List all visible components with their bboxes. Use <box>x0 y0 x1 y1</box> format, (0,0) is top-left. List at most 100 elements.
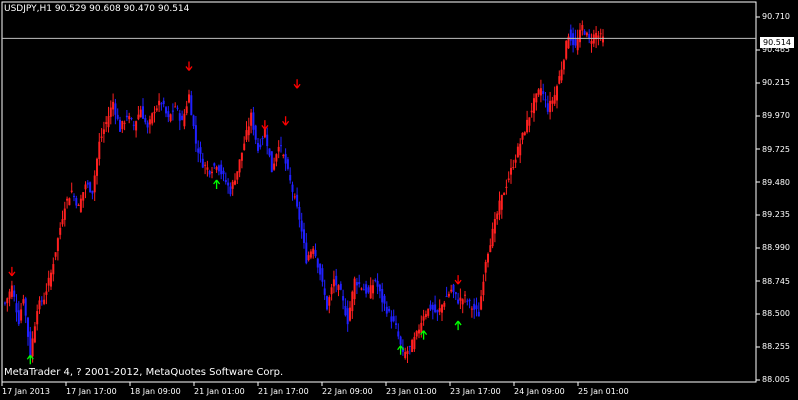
up-arrow-icon <box>213 179 221 190</box>
candle-body <box>413 336 416 350</box>
candle-body <box>404 352 407 358</box>
time-label: 17 Jan 17:00 <box>66 387 117 396</box>
candle-body <box>89 182 92 193</box>
candle-body <box>369 285 372 299</box>
candle-body <box>385 306 388 314</box>
candle-body <box>303 229 305 243</box>
price-label: 88.255 <box>762 342 790 351</box>
candle-body <box>362 289 365 291</box>
candle-body <box>160 103 163 105</box>
price-chart[interactable] <box>0 0 798 400</box>
candle-body <box>424 314 427 317</box>
candle-body <box>114 103 117 115</box>
plot-frame <box>1 1 757 383</box>
candle-body <box>24 298 27 316</box>
candle-body <box>427 308 430 316</box>
current-bid-tag: 90.514 <box>760 37 794 48</box>
candle-body <box>82 192 85 201</box>
candle-body <box>390 316 393 322</box>
candle-body <box>314 250 317 257</box>
candle-body <box>224 180 227 183</box>
candle-body <box>98 141 101 160</box>
candle-body <box>263 128 266 138</box>
candle-body <box>537 89 540 95</box>
candle-body <box>388 308 391 312</box>
candle-body <box>15 303 18 313</box>
candle-body <box>339 283 342 290</box>
candle-body <box>284 153 287 164</box>
candle-body <box>415 331 418 337</box>
candle-body <box>33 326 36 343</box>
candle-body <box>197 148 200 153</box>
price-label: 88.500 <box>762 309 790 318</box>
candle-body <box>477 311 480 317</box>
candle-body <box>519 143 522 156</box>
candle-body <box>316 258 319 268</box>
candle-body <box>482 281 485 296</box>
candle-body <box>185 106 188 114</box>
candle-body <box>91 190 94 194</box>
candle-body <box>583 30 586 35</box>
candle-body <box>342 296 345 301</box>
candle-body <box>125 115 128 118</box>
candle-body <box>562 60 565 70</box>
candle-body <box>470 308 473 310</box>
candle-body <box>56 238 59 251</box>
candle-body <box>29 331 32 358</box>
candle-body <box>445 296 448 298</box>
candle-body <box>500 194 503 210</box>
price-label: 89.970 <box>762 111 790 120</box>
candle-body <box>277 146 280 152</box>
candle-body <box>399 336 402 345</box>
candle-body <box>31 338 34 357</box>
candle-body <box>204 164 207 166</box>
candle-body <box>270 151 273 173</box>
candle-body <box>321 268 324 282</box>
candle-body <box>293 196 296 198</box>
candle-body <box>252 112 255 130</box>
time-label: 23 Jan 17:00 <box>450 387 501 396</box>
candle-body <box>227 182 230 186</box>
candle-body <box>183 113 186 127</box>
candle-body <box>250 112 253 126</box>
price-label: 89.480 <box>762 178 790 187</box>
chart-window[interactable]: USDJPY,H1 90.529 90.608 90.470 90.514 Me… <box>0 0 798 400</box>
candle-body <box>190 95 193 116</box>
candle-body <box>73 195 75 197</box>
candle-body <box>162 100 165 105</box>
candle-body <box>40 300 43 302</box>
candle-body <box>459 297 462 301</box>
candle-body <box>151 113 154 124</box>
candle-body <box>6 298 9 304</box>
candle-body <box>43 299 46 304</box>
candle-body <box>372 285 374 294</box>
candle-body <box>349 307 351 321</box>
candle-body <box>503 193 506 196</box>
candle-body <box>119 119 121 132</box>
candle-body <box>378 284 381 292</box>
candle-body <box>597 35 600 38</box>
candle-body <box>257 142 259 151</box>
candle-body <box>247 126 250 136</box>
candle-body <box>599 33 602 35</box>
candle-body <box>153 111 156 114</box>
candle-body <box>107 116 110 128</box>
candle-body <box>211 171 213 174</box>
time-label: 24 Jan 09:00 <box>514 387 565 396</box>
candle-body <box>332 279 335 287</box>
symbol-info: USDJPY,H1 90.529 90.608 90.470 90.514 <box>4 4 190 14</box>
candle-body <box>100 136 103 138</box>
candle-body <box>358 282 361 285</box>
price-label: 88.005 <box>762 375 790 384</box>
candle-body <box>473 303 476 310</box>
candle-body <box>381 288 384 303</box>
candle-body <box>355 282 358 286</box>
candle-body <box>174 106 177 108</box>
candle-body <box>158 100 161 106</box>
candle-body <box>367 287 370 293</box>
candle-body <box>360 288 363 290</box>
candle-body <box>429 304 432 310</box>
candle-body <box>569 29 572 41</box>
candle-body <box>45 291 48 295</box>
candle-body <box>102 129 105 134</box>
